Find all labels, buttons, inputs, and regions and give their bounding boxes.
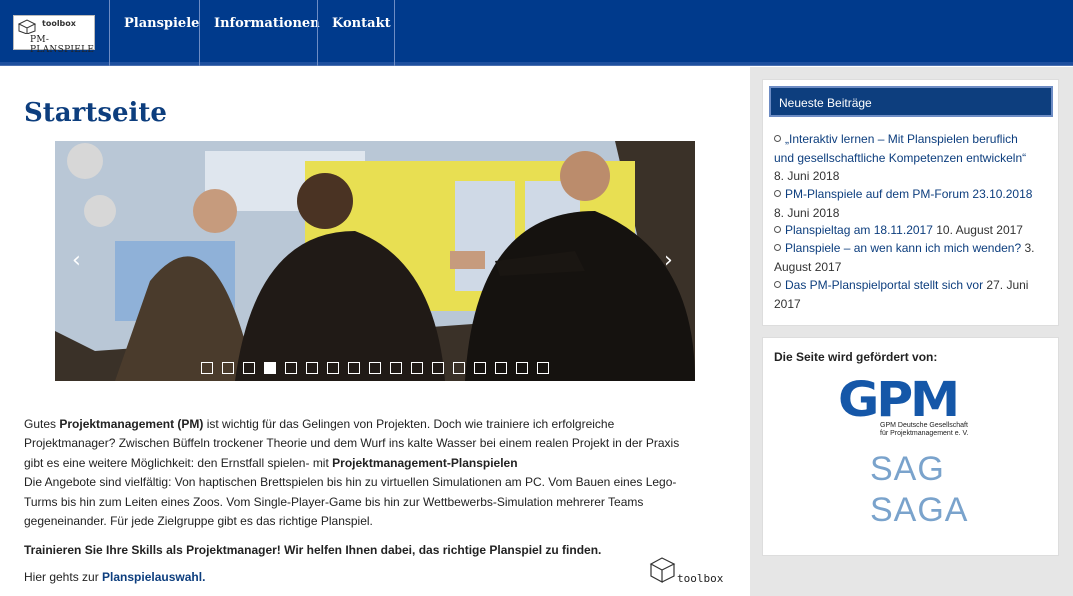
nav-kontakt[interactable]: Kontakt [332, 16, 391, 31]
gpm-line-2: für Projektmanagement e. V. [880, 430, 969, 437]
slider-dot[interactable] [390, 362, 402, 374]
gpm-line-1: GPM Deutsche Gesellschaft [880, 422, 968, 429]
saga-line-1: SAG [870, 450, 945, 488]
slider-dot[interactable] [474, 362, 486, 374]
slider-dot[interactable] [348, 362, 360, 374]
toolbox-logo-icon [17, 19, 37, 34]
slider-dot[interactable] [537, 362, 549, 374]
nav-informationen[interactable]: Informationen [214, 16, 320, 31]
slider-dot[interactable] [264, 362, 276, 374]
slide-photo [55, 141, 695, 381]
slider-dot[interactable] [369, 362, 381, 374]
slider-prev-icon[interactable]: ‹ [72, 250, 81, 272]
intro-line-1: Gutes Projektmanagement (PM) ist wichtig… [24, 415, 724, 435]
bold-text: Projektmanagement (PM) [59, 417, 204, 431]
slider-next-icon[interactable]: › [664, 250, 673, 272]
slider-dot[interactable] [327, 362, 339, 374]
news-date-cont: August 2017 [774, 259, 842, 274]
news-item: Planspieltag am 18.11.2017 10. August 20… [774, 221, 1046, 240]
image-slider[interactable] [55, 141, 695, 381]
cta-text: Trainieren Sie Ihre Skills als Projektma… [24, 541, 724, 561]
intro-line-3: gibt es eine weitere Möglichkeit: den Er… [24, 454, 724, 474]
bullet-icon [774, 281, 781, 288]
slider-dot[interactable] [453, 362, 465, 374]
slider-dot[interactable] [432, 362, 444, 374]
news-date: 8. Juni 2018 [774, 205, 840, 220]
intro-line-2: Projektmanager? Zwischen Büffeln trocken… [24, 436, 680, 450]
news-link[interactable]: „Interaktiv lernen – Mit Planspielen ber… [785, 132, 1018, 146]
toolbox-box-icon [649, 557, 676, 584]
news-date: 8. Juni 2018 [774, 169, 840, 183]
toolbox-text: toolbox [677, 572, 724, 585]
news-widget-title: Neueste Beiträge [769, 86, 1053, 117]
news-link[interactable]: Das PM-Planspielportal stellt sich vor [785, 278, 983, 292]
gpm-wordmark: GPM [838, 372, 960, 428]
slider-dot[interactable] [201, 362, 213, 374]
news-item: Das PM-Planspielportal stellt sich vor 2… [774, 276, 1046, 313]
text: Gutes [24, 417, 60, 431]
slider-dot[interactable] [495, 362, 507, 374]
offer-line-1: Die Angebote sind vielfältig: Von haptis… [24, 475, 677, 489]
offer-line-3: gegeneinander. Für jede Zielgruppe gibt … [24, 514, 373, 528]
nav-divider [109, 0, 110, 66]
saga-line-2: SAGA [870, 491, 969, 529]
bold-text: Trainieren Sie Ihre Skills als Projektma… [24, 543, 602, 557]
slider-dot[interactable] [516, 362, 528, 374]
news-link-cont[interactable]: und gesellschaftliche Kompetenzen entwic… [774, 151, 1026, 165]
sponsor-title: Die Seite wird gefördert von: [774, 350, 938, 364]
top-nav: toolbox PM-PLANSPIELE Planspiele Informa… [0, 0, 1073, 66]
logo-text-pm: PM-PLANSPIELE [30, 35, 95, 55]
nav-divider [317, 0, 318, 66]
news-item: PM-Planspiele auf dem PM-Forum 23.10.201… [774, 185, 1046, 222]
slider-dot[interactable] [285, 362, 297, 374]
bullet-icon [774, 190, 781, 197]
bullet-icon [774, 135, 781, 142]
nav-divider [394, 0, 395, 66]
news-link[interactable]: PM-Planspiele auf dem PM-Forum 23.10.201… [785, 187, 1032, 201]
slider-dot[interactable] [306, 362, 318, 374]
link-line: Hier gehts zur Planspielauswahl. [24, 568, 724, 588]
offer-line-2: Turms bis hin zum Leiten eines Zoos. Vom… [24, 495, 644, 509]
slider-dot[interactable] [222, 362, 234, 374]
news-item: „Interaktiv lernen – Mit Planspielen ber… [774, 130, 1046, 186]
news-item: Planspiele – an wen kann ich mich wenden… [774, 239, 1046, 276]
slider-dot[interactable] [243, 362, 255, 374]
planspielauswahl-link[interactable]: Planspielauswahl. [102, 570, 205, 584]
text: Hier gehts zur [24, 570, 103, 584]
bullet-icon [774, 226, 781, 233]
news-date: 10. August 2017 [936, 223, 1023, 237]
news-link[interactable]: Planspieltag am 18.11.2017 [785, 223, 933, 237]
bullet-icon [774, 244, 781, 251]
page-title: Startseite [24, 98, 167, 128]
site-logo[interactable]: toolbox PM-PLANSPIELE [13, 15, 95, 55]
news-date-cont: 2017 [774, 296, 801, 311]
slider-dot[interactable] [411, 362, 423, 374]
nav-divider [199, 0, 200, 66]
logo-text-toolbox: toolbox [42, 19, 76, 28]
nav-planspiele[interactable]: Planspiele [124, 16, 199, 31]
news-date: 3. [1024, 241, 1035, 255]
bold-text: Projektmanagement-Planspielen [332, 456, 518, 470]
text: ist wichtig für das Gelingen von Projekt… [203, 417, 615, 431]
news-date: 27. Juni [986, 278, 1029, 292]
news-link[interactable]: Planspiele – an wen kann ich mich wenden… [785, 241, 1021, 255]
text: gibt es eine weitere Möglichkeit: den Er… [24, 456, 333, 470]
